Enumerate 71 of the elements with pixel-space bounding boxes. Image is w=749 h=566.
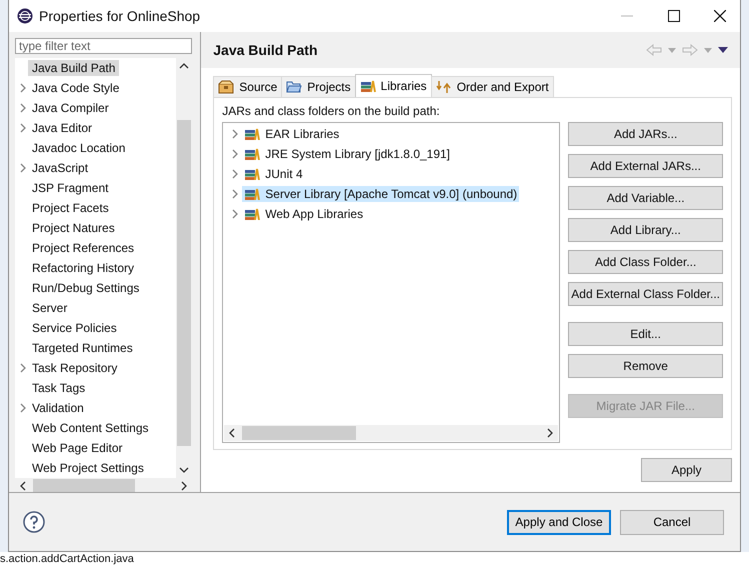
tree-item[interactable]: Refactoring History xyxy=(28,260,138,276)
tree-item[interactable]: Java Code Style xyxy=(28,80,124,96)
tree-item[interactable]: Java Editor xyxy=(28,120,96,136)
library-item[interactable]: Web App Libraries xyxy=(242,206,366,222)
filter-field[interactable]: type filter text xyxy=(15,38,192,54)
tab[interactable]: Order and Export xyxy=(430,76,554,97)
tree-item[interactable]: Web Page Editor xyxy=(28,440,126,456)
close-icon[interactable] xyxy=(714,10,726,22)
dialog-button[interactable]: Cancel xyxy=(620,510,724,534)
side-button[interactable]: Add JARs... xyxy=(568,122,723,146)
list-label: JARs and class folders on the build path: xyxy=(222,104,441,118)
help-icon[interactable] xyxy=(23,511,45,533)
tab[interactable]: Source xyxy=(213,76,282,97)
chevron-icon[interactable] xyxy=(20,163,26,173)
books-icon xyxy=(244,168,260,180)
window-title: Properties for OnlineShop xyxy=(39,8,200,24)
side-button[interactable]: Add Variable... xyxy=(568,186,723,210)
tab[interactable]: Libraries xyxy=(354,74,432,97)
chevron-icon[interactable] xyxy=(20,403,26,413)
editor-tab-label: s.action.addCartAction.java xyxy=(0,553,134,565)
books-icon xyxy=(360,79,376,93)
tree-item[interactable]: Java Build Path xyxy=(28,60,120,76)
side-button[interactable]: Add Library... xyxy=(568,218,723,242)
dropdown-caret-icon[interactable] xyxy=(704,48,712,52)
dropdown-caret-icon[interactable] xyxy=(668,48,676,52)
tree-item[interactable]: Task Tags xyxy=(28,380,90,396)
page-title: Java Build Path xyxy=(213,42,318,58)
side-button[interactable]: Remove xyxy=(568,354,723,378)
reorder-arrows-icon xyxy=(436,80,452,94)
horizontal-scrollbar[interactable] xyxy=(224,425,558,441)
tree-item[interactable]: JavaScript xyxy=(28,160,92,176)
apply-button[interactable]: Apply xyxy=(641,458,732,482)
scroll-right-icon[interactable] xyxy=(180,481,188,491)
library-item[interactable]: JRE System Library [jdk1.8.0_191] xyxy=(242,146,452,162)
tree-item[interactable]: Web Content Settings xyxy=(28,420,153,436)
tree-item[interactable]: Server xyxy=(28,300,72,316)
view-menu-icon[interactable] xyxy=(718,47,728,53)
tree-item[interactable]: Javadoc Location xyxy=(28,140,130,156)
library-item[interactable]: Server Library [Apache Tomcat v9.0] (unbound) xyxy=(242,186,520,202)
books-icon xyxy=(244,208,260,220)
tree-item[interactable]: Java Compiler xyxy=(28,100,113,116)
scroll-left-icon[interactable] xyxy=(228,428,236,438)
books-icon xyxy=(244,128,260,140)
books-icon xyxy=(244,188,260,200)
chevron-icon[interactable] xyxy=(20,363,26,373)
scroll-right-icon[interactable] xyxy=(546,428,554,438)
tree-item[interactable]: Service Policies xyxy=(28,320,121,336)
scroll-up-icon[interactable] xyxy=(179,62,190,70)
scroll-down-icon[interactable] xyxy=(179,466,190,474)
books-icon xyxy=(244,148,260,160)
side-button[interactable]: Add External JARs... xyxy=(568,154,723,178)
library-item[interactable]: EAR Libraries xyxy=(242,126,342,142)
tree-item[interactable]: Project Natures xyxy=(28,220,119,236)
side-button[interactable]: Add External Class Folder... xyxy=(568,282,723,306)
scroll-left-icon[interactable] xyxy=(19,481,27,491)
tree-item[interactable]: Targeted Runtimes xyxy=(28,340,137,356)
tab[interactable]: Projects xyxy=(281,76,356,97)
package-icon xyxy=(218,80,234,94)
tree-item[interactable]: Web Project Settings xyxy=(28,460,148,476)
tree-item[interactable]: Run/Debug Settings xyxy=(28,280,144,296)
tree-item[interactable]: JSP Fragment xyxy=(28,180,112,196)
maximize-icon[interactable] xyxy=(668,10,680,22)
tree-item[interactable]: Project Facets xyxy=(28,200,113,216)
tree-item[interactable]: Validation xyxy=(28,400,88,416)
side-button[interactable]: Edit... xyxy=(568,322,723,346)
library-item[interactable]: JUnit 4 xyxy=(242,166,305,182)
folder-icon xyxy=(286,80,302,94)
dialog-button[interactable]: Apply and Close xyxy=(507,510,611,534)
tree-item[interactable]: Project References xyxy=(28,240,138,256)
tree-item[interactable]: Task Repository xyxy=(28,360,122,376)
side-button[interactable]: Add Class Folder... xyxy=(568,250,723,274)
